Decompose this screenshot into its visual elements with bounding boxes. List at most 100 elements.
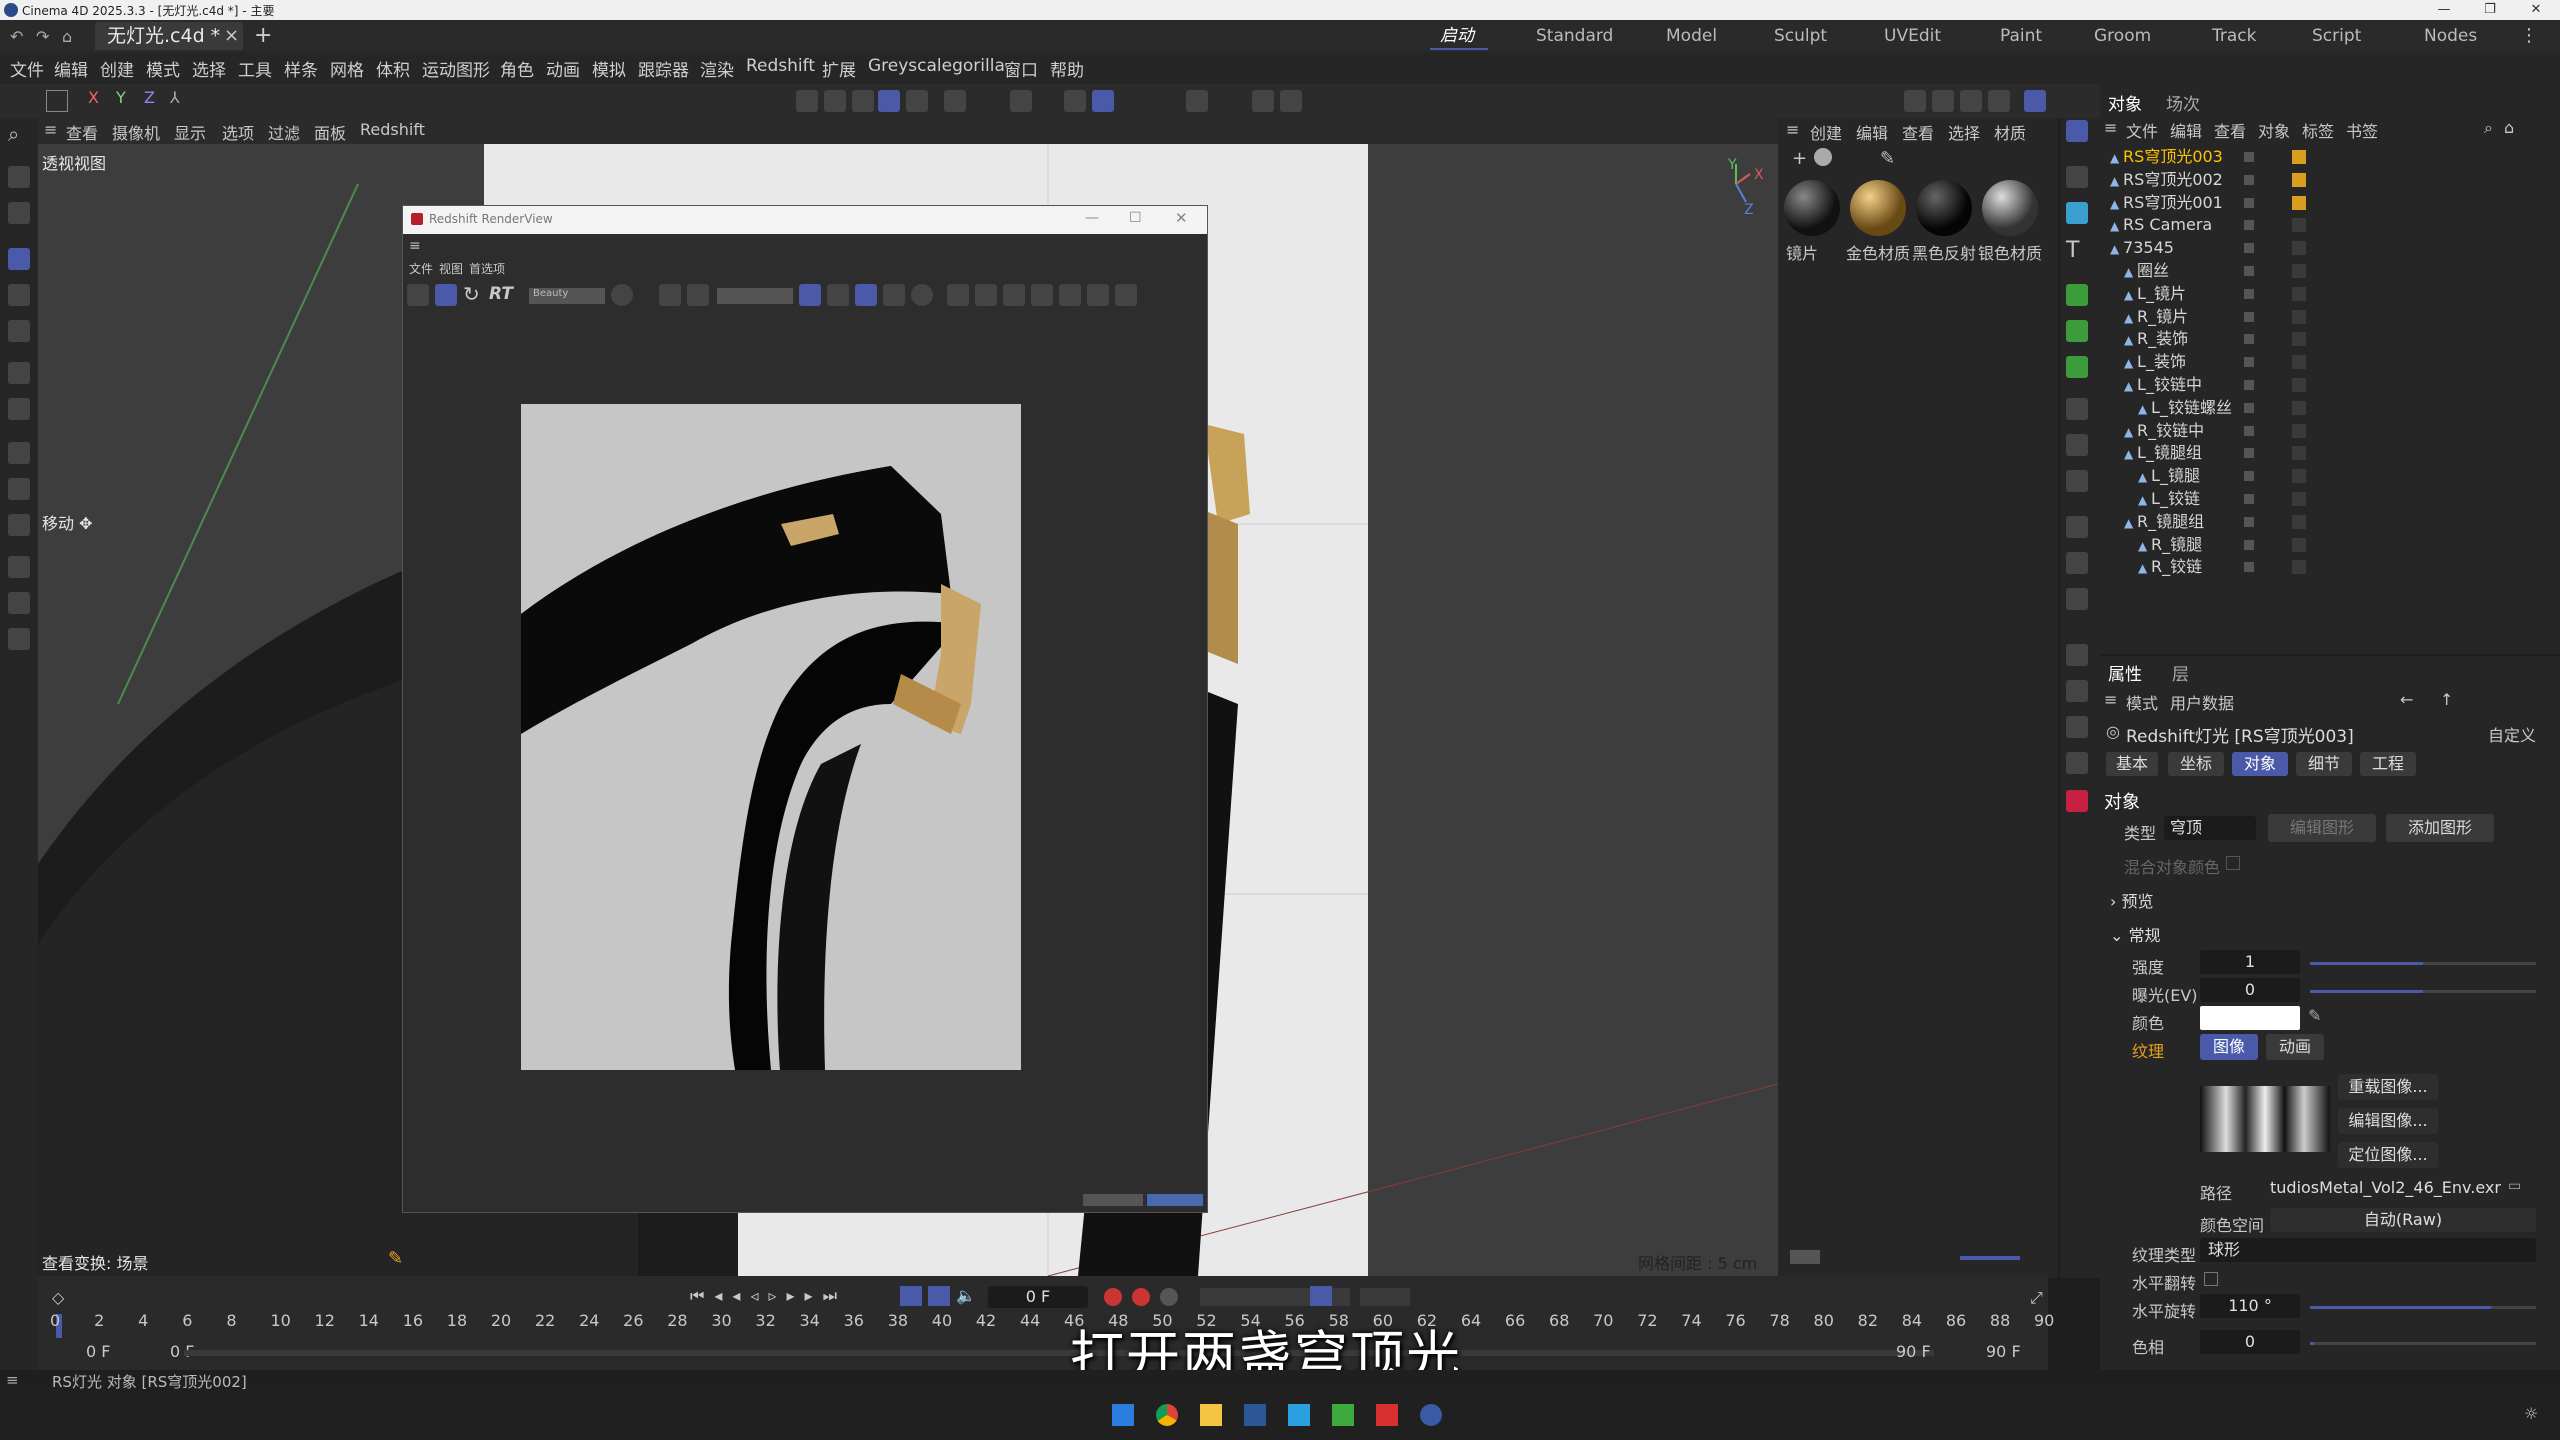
placement-tool-icon[interactable] <box>8 398 30 420</box>
file-explorer-icon[interactable] <box>1200 1404 1222 1426</box>
object-tag-icon[interactable] <box>2292 378 2306 392</box>
renderview-menu-file[interactable]: 文件 <box>409 260 433 277</box>
object-row[interactable]: ▲ RS穹顶光002 <box>2110 169 2223 191</box>
circle-icon[interactable] <box>911 284 933 306</box>
om-search-icon[interactable]: ⌕ <box>2484 118 2493 138</box>
menu-tracker[interactable]: 跟踪器 <box>638 56 689 81</box>
object-tag-icon[interactable] <box>2292 400 2306 415</box>
paint-tool-icon[interactable] <box>8 592 30 614</box>
edges-mode-icon[interactable] <box>824 90 846 112</box>
om-menu-object[interactable]: 对象 <box>2258 118 2290 142</box>
material-menu-select[interactable]: 选择 <box>1948 120 1980 144</box>
reload-image-button[interactable]: 重载图像... <box>2338 1074 2438 1100</box>
object-row[interactable]: ▲ RS穹顶光003 <box>2110 146 2223 168</box>
object-tag-icon[interactable] <box>2292 423 2306 438</box>
renderview-menu-view[interactable]: 视图 <box>439 260 463 277</box>
material-swatch-black[interactable] <box>1916 180 1972 236</box>
object-tag-icon[interactable] <box>2292 446 2306 461</box>
object-tag-icon[interactable] <box>2292 218 2306 233</box>
visibility-toggle[interactable] <box>2244 516 2254 527</box>
preview-section[interactable]: › 预览 <box>2110 888 2154 912</box>
om-menu-icon[interactable]: ≡ <box>2104 118 2117 137</box>
visibility-toggle[interactable] <box>2244 539 2254 550</box>
om-menu-edit[interactable]: 编辑 <box>2170 118 2202 142</box>
am-back-icon[interactable]: ← <box>2400 690 2413 709</box>
sparkle-icon[interactable] <box>883 284 905 306</box>
om-tab-takes[interactable]: 场次 <box>2166 90 2200 115</box>
am-subtab-object[interactable]: 对象 <box>2232 752 2288 776</box>
object-row[interactable]: ▲ 73545 <box>2110 237 2174 259</box>
object-tag-icon[interactable] <box>2292 264 2306 278</box>
grid-snap-icon[interactable] <box>1064 90 1086 112</box>
material-swatch-silver[interactable] <box>1982 180 2038 236</box>
am-menu-userdata[interactable]: 用户数据 <box>2170 690 2234 714</box>
axis-mode-icon[interactable] <box>944 90 966 112</box>
object-tag-icon[interactable] <box>2292 332 2306 347</box>
object-tag-icon[interactable] <box>2292 492 2306 506</box>
text-icon[interactable]: T <box>2066 238 2079 263</box>
layout-tab-nodes[interactable]: Nodes <box>2424 22 2477 50</box>
viewport-menu-options[interactable]: 选项 <box>222 120 254 144</box>
redshift-renderview-window[interactable]: Redshift RenderView — ☐ ✕ ≡ 文件 视图 首选项 ↻ … <box>402 205 1208 1213</box>
object-tag-icon[interactable] <box>2292 150 2306 164</box>
visibility-toggle[interactable] <box>2244 220 2254 231</box>
add-image-icon[interactable] <box>1059 284 1081 306</box>
object-tag-icon[interactable] <box>2292 514 2306 529</box>
color-swatch[interactable] <box>2200 1006 2300 1030</box>
visibility-toggle[interactable] <box>2244 380 2254 390</box>
app-icon-red[interactable] <box>1376 1404 1398 1426</box>
viewport-menu-panel[interactable]: 面板 <box>314 120 346 144</box>
object-row[interactable]: ▲ RS Camera <box>2110 214 2212 236</box>
object-tag-icon[interactable] <box>2292 241 2306 256</box>
layout-tab-startup[interactable]: 启动 <box>1440 22 1474 50</box>
region-dropdown[interactable] <box>717 288 793 304</box>
object-tag-icon[interactable] <box>2292 469 2306 484</box>
rotate-tool-icon[interactable] <box>8 284 30 306</box>
undo-icon[interactable]: ↶ <box>10 27 23 46</box>
add-shape-button[interactable]: 添加图形 <box>2386 814 2494 842</box>
visibility-toggle[interactable] <box>2244 266 2254 276</box>
render-settings-icon[interactable] <box>1988 90 2010 112</box>
redshift-tools-icon[interactable] <box>2066 644 2088 666</box>
object-tag-icon[interactable] <box>2292 355 2306 370</box>
viewport-menu-view[interactable]: 查看 <box>66 120 98 144</box>
am-up-icon[interactable]: ↑ <box>2440 690 2453 709</box>
material-menu-view[interactable]: 查看 <box>1902 120 1934 144</box>
stats-icon[interactable] <box>1003 284 1025 306</box>
preview-end-field[interactable]: 90 F <box>1896 1342 1931 1361</box>
visibility-toggle[interactable] <box>2244 197 2254 208</box>
om-menu-bookmarks[interactable]: 书签 <box>2346 118 2378 142</box>
current-frame-field[interactable]: 0 F <box>988 1286 1088 1308</box>
gear-icon[interactable] <box>2066 356 2088 378</box>
primitive-icon[interactable] <box>2066 202 2088 224</box>
mix-color-checkbox[interactable] <box>2226 856 2240 870</box>
chrome-icon[interactable] <box>1156 1404 1178 1426</box>
type-dropdown[interactable]: 穹顶 <box>2164 816 2256 840</box>
snap-icon[interactable] <box>1010 90 1032 112</box>
om-menu-tags[interactable]: 标签 <box>2302 118 2334 142</box>
render-queue-icon[interactable] <box>2066 716 2088 738</box>
path-field[interactable]: tudiosMetal_Vol2_46_Env.exr <box>2270 1178 2504 1197</box>
cloner-icon[interactable] <box>2066 320 2088 342</box>
object-row[interactable]: ▲ R_铰链 <box>2138 556 2202 578</box>
scale-tool-icon[interactable] <box>8 320 30 342</box>
object-tag-icon[interactable] <box>2292 560 2306 575</box>
object-row[interactable]: ▲ R_镜腿 <box>2138 534 2202 556</box>
visibility-toggle[interactable] <box>2244 357 2254 368</box>
general-section[interactable]: ⌄ 常规 <box>2110 922 2161 946</box>
material-menu-material[interactable]: 材质 <box>1994 120 2026 144</box>
om-menu-view[interactable]: 查看 <box>2214 118 2246 142</box>
material-menu-icon[interactable]: ≡ <box>1786 120 1799 139</box>
axis-y-button[interactable]: Y <box>116 88 126 107</box>
menu-edit[interactable]: 编辑 <box>54 56 88 81</box>
more-icon[interactable]: ⋮ <box>2520 25 2538 46</box>
aov-dropdown[interactable]: Beauty <box>529 288 605 304</box>
material-size-slider[interactable] <box>1960 1256 2020 1260</box>
material-layout-toggle[interactable] <box>1790 1250 1820 1264</box>
redshift-renderview-icon[interactable] <box>2024 90 2046 112</box>
am-tab-layers[interactable]: 层 <box>2172 660 2189 685</box>
generator-icon[interactable] <box>2066 284 2088 306</box>
om-menu-file[interactable]: 文件 <box>2126 118 2158 142</box>
windows-start-icon[interactable] <box>1112 1404 1134 1426</box>
object-row[interactable]: ▲ L_镜腿 <box>2138 465 2200 487</box>
